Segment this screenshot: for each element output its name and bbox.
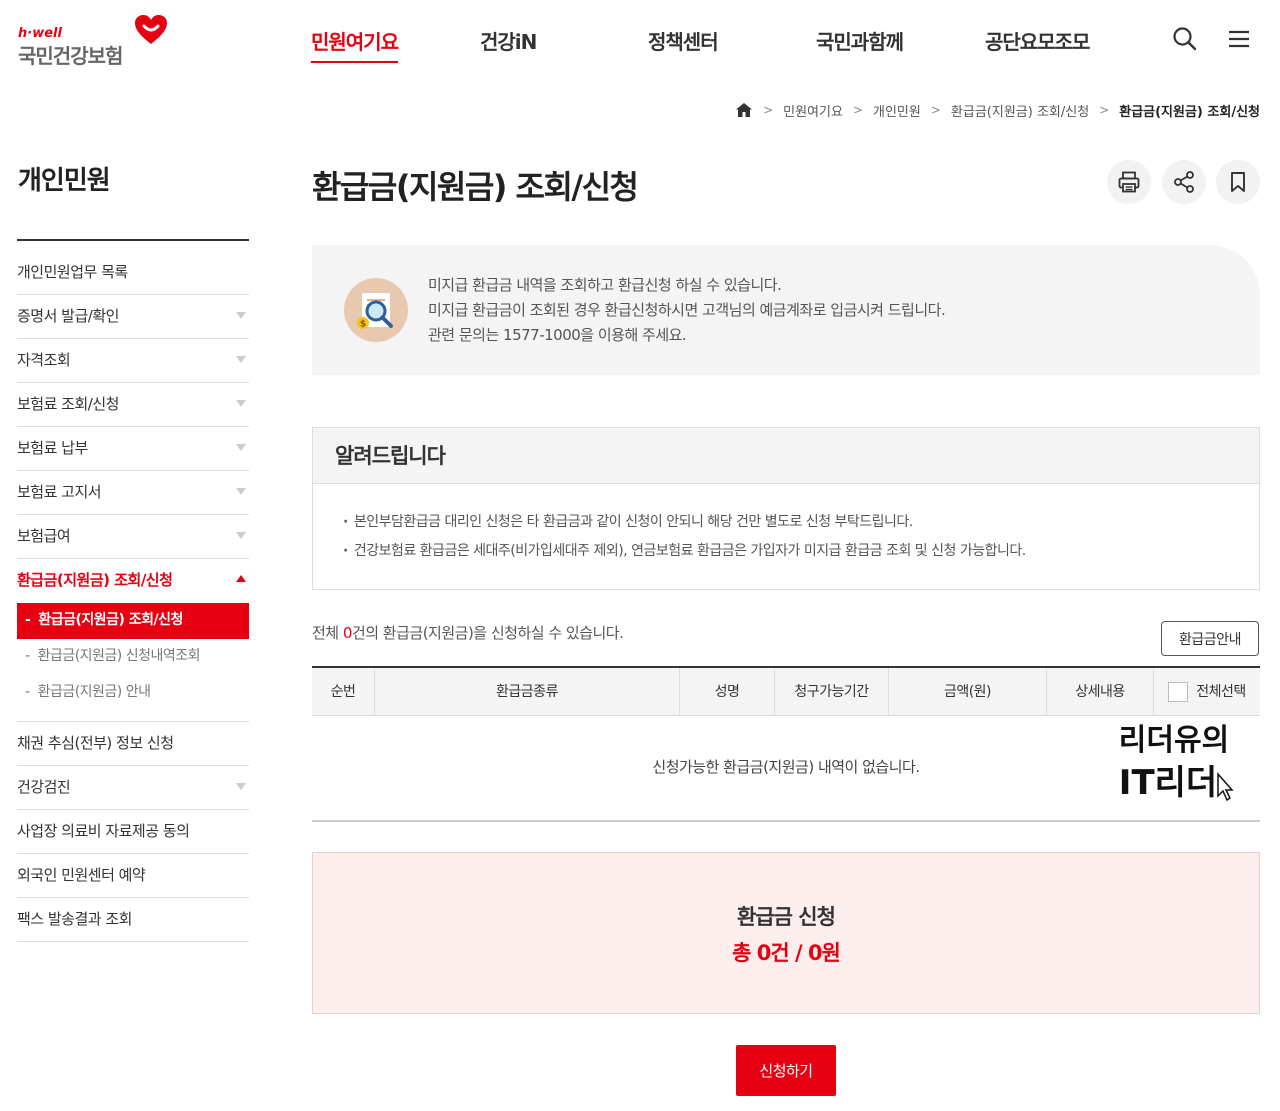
breadcrumb-separator: >	[852, 103, 863, 117]
search-money-icon: $	[344, 278, 408, 342]
col-name: 성명	[680, 668, 775, 716]
sidebar-menu: 개인민원업무 목록 증명서 발급/확인 자격조회 보험료 조회/신청 보험료 납…	[17, 251, 249, 942]
menu-icon[interactable]	[1226, 26, 1252, 52]
apply-title: 환급금 신청	[737, 905, 836, 929]
print-button[interactable]	[1107, 160, 1151, 204]
sidebar-item-premium-notice[interactable]: 보험료 고지서	[17, 471, 249, 515]
nav-item-minwon[interactable]: 민원여기요	[311, 26, 399, 63]
col-number: 순번	[312, 668, 375, 716]
sidebar-item-fax-result[interactable]: 팩스 발송결과 조회	[17, 898, 249, 942]
col-claim-period: 청구가능기간	[775, 668, 889, 716]
main-nav: 민원여기요 건강iN 정책센터 국민과함께 공단요모조모	[0, 26, 1280, 66]
col-refund-type: 환급금종류	[375, 668, 680, 716]
search-icon[interactable]	[1172, 26, 1198, 52]
apply-summary-box: 환급금 신청 총 0건 / 0원	[312, 852, 1260, 1014]
sidebar-item-benefits[interactable]: 보험급여	[17, 515, 249, 559]
breadcrumb-separator: >	[1099, 103, 1110, 117]
sidebar-item-task-list[interactable]: 개인민원업무 목록	[17, 251, 249, 295]
chevron-down-icon	[236, 444, 246, 451]
chevron-down-icon	[236, 356, 246, 363]
sidebar-item-refund[interactable]: 환급금(지원금) 조회/신청	[17, 559, 249, 603]
apply-total: 총 0건 / 0원	[732, 941, 841, 965]
intro-box: $ 미지급 환급금 내역을 조회하고 환급신청 하실 수 있습니다. 미지급 환…	[312, 245, 1260, 375]
sidebar-item-debt-collection[interactable]: 채권 추심(전부) 정보 신청	[17, 722, 249, 766]
intro-line: 관련 문의는 1577-1000을 이용해 주세요.	[428, 326, 687, 344]
sidebar-item-medical-data-consent[interactable]: 사업장 의료비 자료제공 동의	[17, 810, 249, 854]
breadcrumb-item[interactable]: 민원여기요	[783, 101, 843, 120]
breadcrumb: > 민원여기요 > 개인민원 > 환급금(지원금) 조회/신청 > 환급금(지원…	[735, 101, 1260, 120]
apply-button[interactable]: 신청하기	[736, 1045, 836, 1096]
submenu-item-refund-guide[interactable]: - 환급금(지원금) 안내	[17, 675, 249, 711]
breadcrumb-separator: >	[763, 103, 774, 117]
refund-guide-button[interactable]: 환급금안내	[1161, 621, 1259, 656]
select-all-checkbox[interactable]	[1168, 682, 1189, 702]
sidebar-divider	[17, 239, 249, 241]
submenu-item-refund-inquiry[interactable]: - 환급금(지원금) 조회/신청	[17, 603, 249, 639]
svg-text:IT리더: IT리더	[1119, 763, 1217, 803]
bookmark-button[interactable]	[1216, 160, 1260, 204]
breadcrumb-separator: >	[930, 103, 941, 117]
intro-line: 미지급 환급금 내역을 조회하고 환급신청 하실 수 있습니다.	[428, 276, 782, 294]
bookmark-icon	[1231, 172, 1245, 192]
page-title: 환급금(지원금) 조회/신청	[312, 168, 639, 206]
sidebar-submenu: - 환급금(지원금) 조회/신청 - 환급금(지원금) 신청내역조회 - 환급금(지원…	[17, 603, 249, 722]
sidebar-item-foreigner-reservation[interactable]: 외국인 민원센터 예약	[17, 854, 249, 898]
sidebar-item-premium-payment[interactable]: 보험료 납부	[17, 427, 249, 471]
nav-item-health-in[interactable]: 건강iN	[480, 26, 537, 55]
intro-text: 미지급 환급금 내역을 조회하고 환급신청 하실 수 있습니다. 미지급 환급금…	[428, 273, 946, 348]
intro-line: 미지급 환급금이 조회된 경우 환급신청하시면 고객님의 예금계좌로 입금시켜 …	[428, 301, 946, 319]
chevron-down-icon	[236, 488, 246, 495]
nav-item-policy-center[interactable]: 정책센터	[648, 26, 719, 55]
chevron-up-icon	[236, 575, 246, 582]
refund-count: 0	[342, 624, 353, 642]
watermark-logo: 리더유의 IT리더	[1118, 722, 1234, 804]
refund-count-text: 전체 0건의 환급금(지원금)을 신청하실 수 있습니다.	[312, 624, 624, 642]
sidebar-title: 개인민원	[18, 166, 111, 196]
print-icon	[1118, 171, 1140, 193]
sidebar-item-health-checkup[interactable]: 건강검진	[17, 766, 249, 810]
site-header: h·well 국민건강보험 민원여기요 건강iN 정책센터 국민과함께 공단요모…	[0, 0, 1280, 82]
notice-item: 건강보험료 환급금은 세대주(비가입세대주 제외), 연금보험료 환급금은 가입…	[343, 537, 1259, 566]
submenu-item-refund-history[interactable]: - 환급금(지원금) 신청내역조회	[17, 639, 249, 675]
sidebar-item-certificate[interactable]: 증명서 발급/확인	[17, 295, 249, 339]
notice-item: 본인부담환급금 대리인 신청은 타 환급금과 같이 신청이 안되니 해당 건만 …	[343, 508, 1259, 537]
chevron-down-icon	[236, 400, 246, 407]
chevron-down-icon	[236, 312, 246, 319]
col-amount: 금액(원)	[889, 668, 1047, 716]
chevron-down-icon	[236, 783, 246, 790]
nav-item-about[interactable]: 공단요모조모	[985, 26, 1090, 55]
share-button[interactable]	[1162, 160, 1206, 204]
breadcrumb-current: 환급금(지원금) 조회/신청	[1119, 104, 1260, 120]
breadcrumb-item[interactable]: 환급금(지원금) 조회/신청	[951, 101, 1089, 120]
svg-text:리더유의: 리더유의	[1119, 723, 1229, 758]
breadcrumb-item[interactable]: 개인민원	[873, 101, 921, 120]
notice-box: 알려드립니다 본인부담환급금 대리인 신청은 타 환급금과 같이 신청이 안되니…	[312, 427, 1260, 590]
notice-list: 본인부담환급금 대리인 신청은 타 환급금과 같이 신청이 안되니 해당 건만 …	[313, 484, 1259, 566]
home-icon[interactable]	[735, 102, 753, 118]
share-icon	[1174, 171, 1194, 193]
sidebar-item-premium-inquiry[interactable]: 보험료 조회/신청	[17, 383, 249, 427]
sidebar-item-qualification[interactable]: 자격조회	[17, 339, 249, 383]
nav-item-with-people[interactable]: 국민과함께	[816, 26, 904, 55]
chevron-down-icon	[236, 532, 246, 539]
svg-text:$: $	[360, 320, 366, 330]
notice-title: 알려드립니다	[313, 428, 1259, 484]
